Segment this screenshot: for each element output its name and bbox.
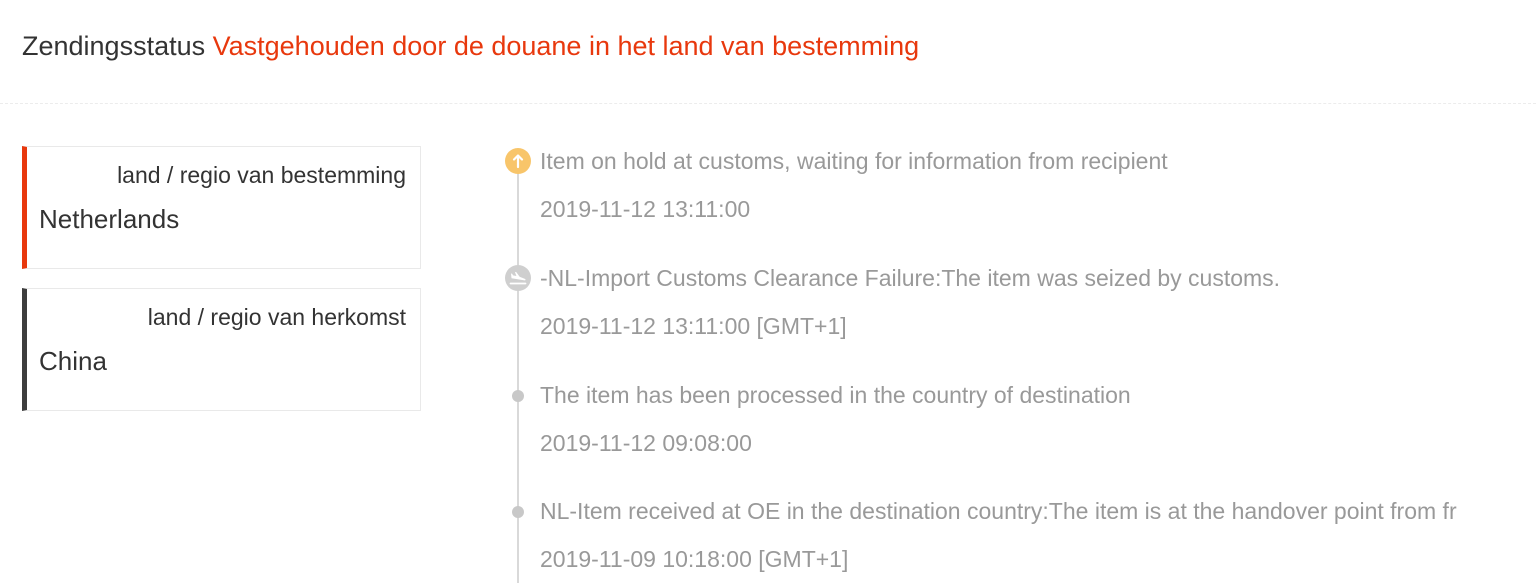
- timeline-event: The item has been processed in the count…: [0, 381, 1536, 491]
- shipment-status: Zendingsstatus Vastgehouden door de doua…: [22, 28, 919, 64]
- event-description: NL-Item received at OE in the destinatio…: [540, 498, 1457, 524]
- event-time: 2019-11-12 09:08:00: [540, 430, 752, 456]
- event-time: 2019-11-12 13:11:00 [GMT+1]: [540, 313, 847, 339]
- status-value: Vastgehouden door de douane in het land …: [212, 31, 920, 61]
- plane-landing-icon: [505, 265, 531, 291]
- status-label: Zendingsstatus: [22, 31, 206, 61]
- dot-icon: [512, 506, 524, 518]
- alert-arrow-up-icon: [505, 148, 531, 174]
- event-time: 2019-11-09 10:18:00 [GMT+1]: [540, 546, 849, 572]
- event-description: The item has been processed in the count…: [540, 382, 1131, 408]
- shipment-status-header: Zendingsstatus Vastgehouden door de doua…: [0, 0, 1536, 104]
- timeline-event: Item on hold at customs, waiting for inf…: [0, 147, 1536, 257]
- event-description: -NL-Import Customs Clearance Failure:The…: [540, 265, 1281, 291]
- event-time: 2019-11-12 13:11:00: [540, 196, 751, 222]
- timeline-event: NL-Item received at OE in the destinatio…: [0, 497, 1536, 583]
- dot-icon: [512, 390, 524, 402]
- timeline-event: -NL-Import Customs Clearance Failure:The…: [0, 264, 1536, 374]
- event-description: Item on hold at customs, waiting for inf…: [540, 148, 1168, 174]
